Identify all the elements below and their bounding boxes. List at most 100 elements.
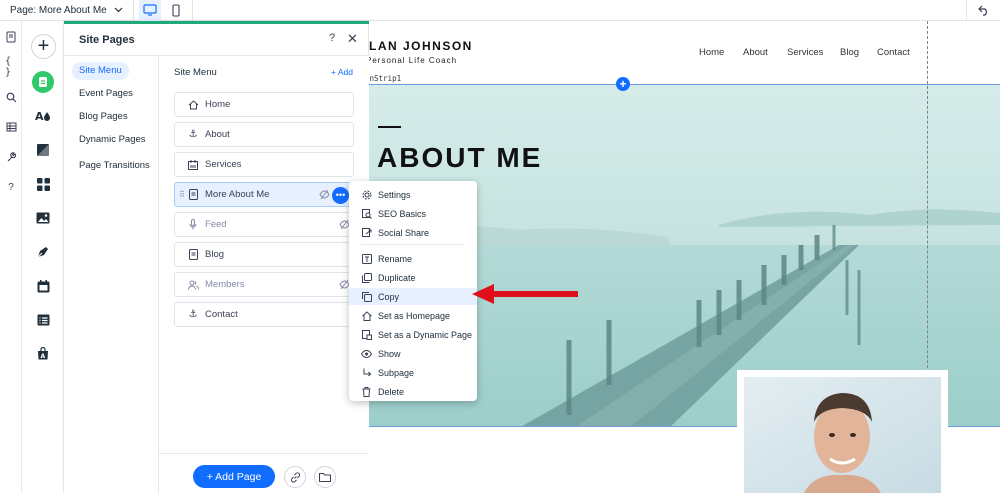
link-icon <box>290 471 300 483</box>
site-nav-about[interactable]: About <box>743 47 768 58</box>
close-icon[interactable]: ✕ <box>347 31 358 47</box>
page-item-services[interactable]: Services <box>174 152 354 177</box>
site-name[interactable]: LAN JOHNSON <box>369 39 473 53</box>
add-link-button[interactable] <box>284 466 306 488</box>
panel-accent-line <box>64 21 369 24</box>
add-page-link[interactable]: + Add <box>331 67 353 77</box>
help-button[interactable]: ? <box>329 32 335 44</box>
mobile-view-button[interactable] <box>165 0 187 21</box>
help-icon[interactable]: ? <box>5 181 17 193</box>
portrait-image[interactable] <box>744 377 941 493</box>
nav-item-site-menu[interactable]: Site Menu <box>72 62 129 80</box>
media-icon[interactable] <box>34 209 52 227</box>
divider <box>192 0 193 21</box>
menu-item-show[interactable]: Show <box>349 345 477 362</box>
page-item-about[interactable]: ⚓ About <box>174 122 354 147</box>
strip-label: enStrip1 <box>369 74 402 83</box>
trash-icon <box>361 386 372 397</box>
wrench-icon[interactable] <box>5 151 17 163</box>
anchor-icon: ⚓ <box>188 129 198 140</box>
portrait-photo <box>744 377 941 493</box>
page-item-members[interactable]: Members <box>174 272 354 297</box>
list-icon[interactable] <box>34 311 52 329</box>
page-item-label: Members <box>205 279 245 290</box>
page-item-label: About <box>205 129 230 140</box>
site-nav-services[interactable]: Services <box>787 47 823 58</box>
bookings-calendar-icon[interactable] <box>34 277 52 295</box>
nav-item-event-pages[interactable]: Event Pages <box>72 85 140 103</box>
site-nav-contact[interactable]: Contact <box>877 47 910 58</box>
drag-handle-icon[interactable]: ⠿ <box>179 190 185 199</box>
site-subtitle[interactable]: Personal Life Coach <box>369 56 457 65</box>
store-bag-icon[interactable]: A <box>34 344 52 362</box>
top-bar: Page: More About Me <box>0 0 1000 21</box>
page-item-label: Home <box>205 99 231 110</box>
add-page-button[interactable]: + Add Page <box>193 465 275 488</box>
menu-item-duplicate[interactable]: Duplicate <box>349 269 477 286</box>
anchor-icon: ⚓ <box>188 309 198 320</box>
page-item-label: Feed <box>205 219 227 230</box>
table-icon[interactable] <box>5 121 17 133</box>
menu-item-rename[interactable]: Rename <box>349 250 477 267</box>
page-selector[interactable]: Page: More About Me <box>0 0 134 21</box>
folder-icon <box>319 473 331 482</box>
desktop-view-button[interactable] <box>139 0 161 21</box>
page-item-blog[interactable]: Blog <box>174 242 354 267</box>
rename-icon <box>361 253 372 264</box>
plus-icon: + <box>37 35 50 57</box>
page-item-label: Services <box>205 159 242 170</box>
menu-item-set-as-homepage[interactable]: Set as Homepage <box>349 307 477 324</box>
menu-item-label: Delete <box>378 386 405 397</box>
page-item-feed[interactable]: Feed <box>174 212 354 237</box>
menu-item-seo-basics[interactable]: SEO Basics <box>349 205 477 222</box>
members-icon <box>187 279 199 291</box>
nav-item-dynamic-pages[interactable]: Dynamic Pages <box>72 131 153 149</box>
menu-item-set-as-dynamic-page[interactable]: Set as a Dynamic Page <box>349 326 477 343</box>
eye-icon <box>361 348 372 359</box>
menu-item-settings[interactable]: Settings <box>349 186 477 203</box>
page-item-home[interactable]: Home <box>174 92 354 117</box>
chevron-down-icon <box>114 7 123 13</box>
menu-item-label: Duplicate <box>378 272 416 283</box>
more-dots-icon: ••• <box>335 190 346 200</box>
menu-item-delete[interactable]: Delete <box>349 383 477 400</box>
panel-nav: Site Menu Event Pages Blog Pages Dynamic… <box>64 56 159 493</box>
menu-item-label: Set as Homepage <box>378 310 451 321</box>
page-item-contact[interactable]: ⚓ Contact <box>174 302 354 327</box>
menu-item-subpage[interactable]: Subpage <box>349 364 477 381</box>
panel-footer: + Add Page <box>159 453 369 493</box>
design-icon[interactable]: A <box>34 107 52 125</box>
site-nav-home[interactable]: Home <box>699 47 724 58</box>
svg-text:A: A <box>41 353 46 360</box>
search-icon[interactable] <box>5 91 17 103</box>
add-folder-button[interactable] <box>314 466 336 488</box>
nav-item-blog-pages[interactable]: Blog Pages <box>72 108 135 126</box>
pages-menu-button[interactable] <box>32 71 54 93</box>
code-icon[interactable]: { } <box>5 56 17 78</box>
desktop-icon <box>143 4 157 16</box>
nav-item-page-transitions[interactable]: Page Transitions <box>72 157 157 175</box>
mobile-icon <box>172 3 180 17</box>
panel-title: Site Pages <box>79 34 135 46</box>
blog-pen-icon[interactable] <box>34 243 52 261</box>
home-icon <box>187 99 199 111</box>
add-section-button[interactable]: + <box>616 77 630 91</box>
page-selector-label: Page: More About Me <box>10 4 107 16</box>
menu-item-label: Show <box>378 348 401 359</box>
site-nav-blog[interactable]: Blog <box>840 47 859 58</box>
undo-button[interactable] <box>966 0 1000 21</box>
hero-title[interactable]: ABOUT ME <box>377 143 542 178</box>
background-icon[interactable] <box>34 141 52 159</box>
share-icon <box>361 227 372 238</box>
apps-icon[interactable] <box>34 175 52 193</box>
pages-outline-icon[interactable] <box>5 31 17 43</box>
undo-icon <box>977 5 987 16</box>
menu-item-copy[interactable]: Copy <box>349 288 477 305</box>
page-actions-button[interactable]: ••• <box>332 187 349 204</box>
menu-item-social-share[interactable]: Social Share <box>349 224 477 241</box>
add-elements-button[interactable]: + <box>31 34 56 59</box>
menu-item-label: Set as a Dynamic Page <box>378 329 473 340</box>
page-item-more-about-me[interactable]: ⠿ More About Me ••• <box>174 182 354 207</box>
site-pages-panel: Site Pages ? ✕ Site Menu Event Pages Blo… <box>64 21 369 493</box>
page-item-label: Blog <box>205 249 225 260</box>
